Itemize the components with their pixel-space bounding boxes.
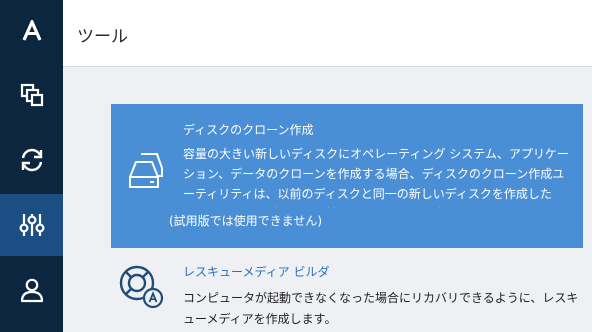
rescue-media-title: レスキューメディア ビルダ [183,265,330,279]
tools-sliders-icon[interactable] [0,194,63,256]
sidebar [0,0,63,332]
rescue-media-description: コンピュータが起動できなくなった場合にリカバリできるように、レスキューメディアを… [183,291,579,326]
disk-clone-title: ディスクのクローン作成 [183,123,314,137]
disk-clone-icon [127,150,169,194]
tools-panel: ディスクのクローン作成 容量の大きい新しいディスクにオペレーティング システム、… [63,67,592,332]
page-title: ツール [77,27,128,47]
sync-icon[interactable] [0,129,63,191]
rescue-media-card[interactable]: レスキューメディア ビルダ コンピュータが起動できなくなった場合にリカバリできる… [111,257,583,332]
account-icon[interactable] [0,259,63,321]
trial-unavailable-note: (試用版では使用できません) [169,214,323,228]
header-bar: ツール [63,0,592,67]
app-window: ツール ディスクのクローン作成 容量の大きい新しいディスクにオペレーティング シ… [0,0,592,332]
rescue-media-icon [117,263,165,315]
acronis-logo-icon[interactable] [0,0,63,62]
disk-clone-card[interactable]: ディスクのクローン作成 容量の大きい新しいディスクにオペレーティング システム、… [111,104,583,248]
disk-clone-description: 容量の大きい新しいディスクにオペレーティング システム、アプリケーション、データ… [183,147,569,208]
backup-copies-icon[interactable] [0,64,63,126]
